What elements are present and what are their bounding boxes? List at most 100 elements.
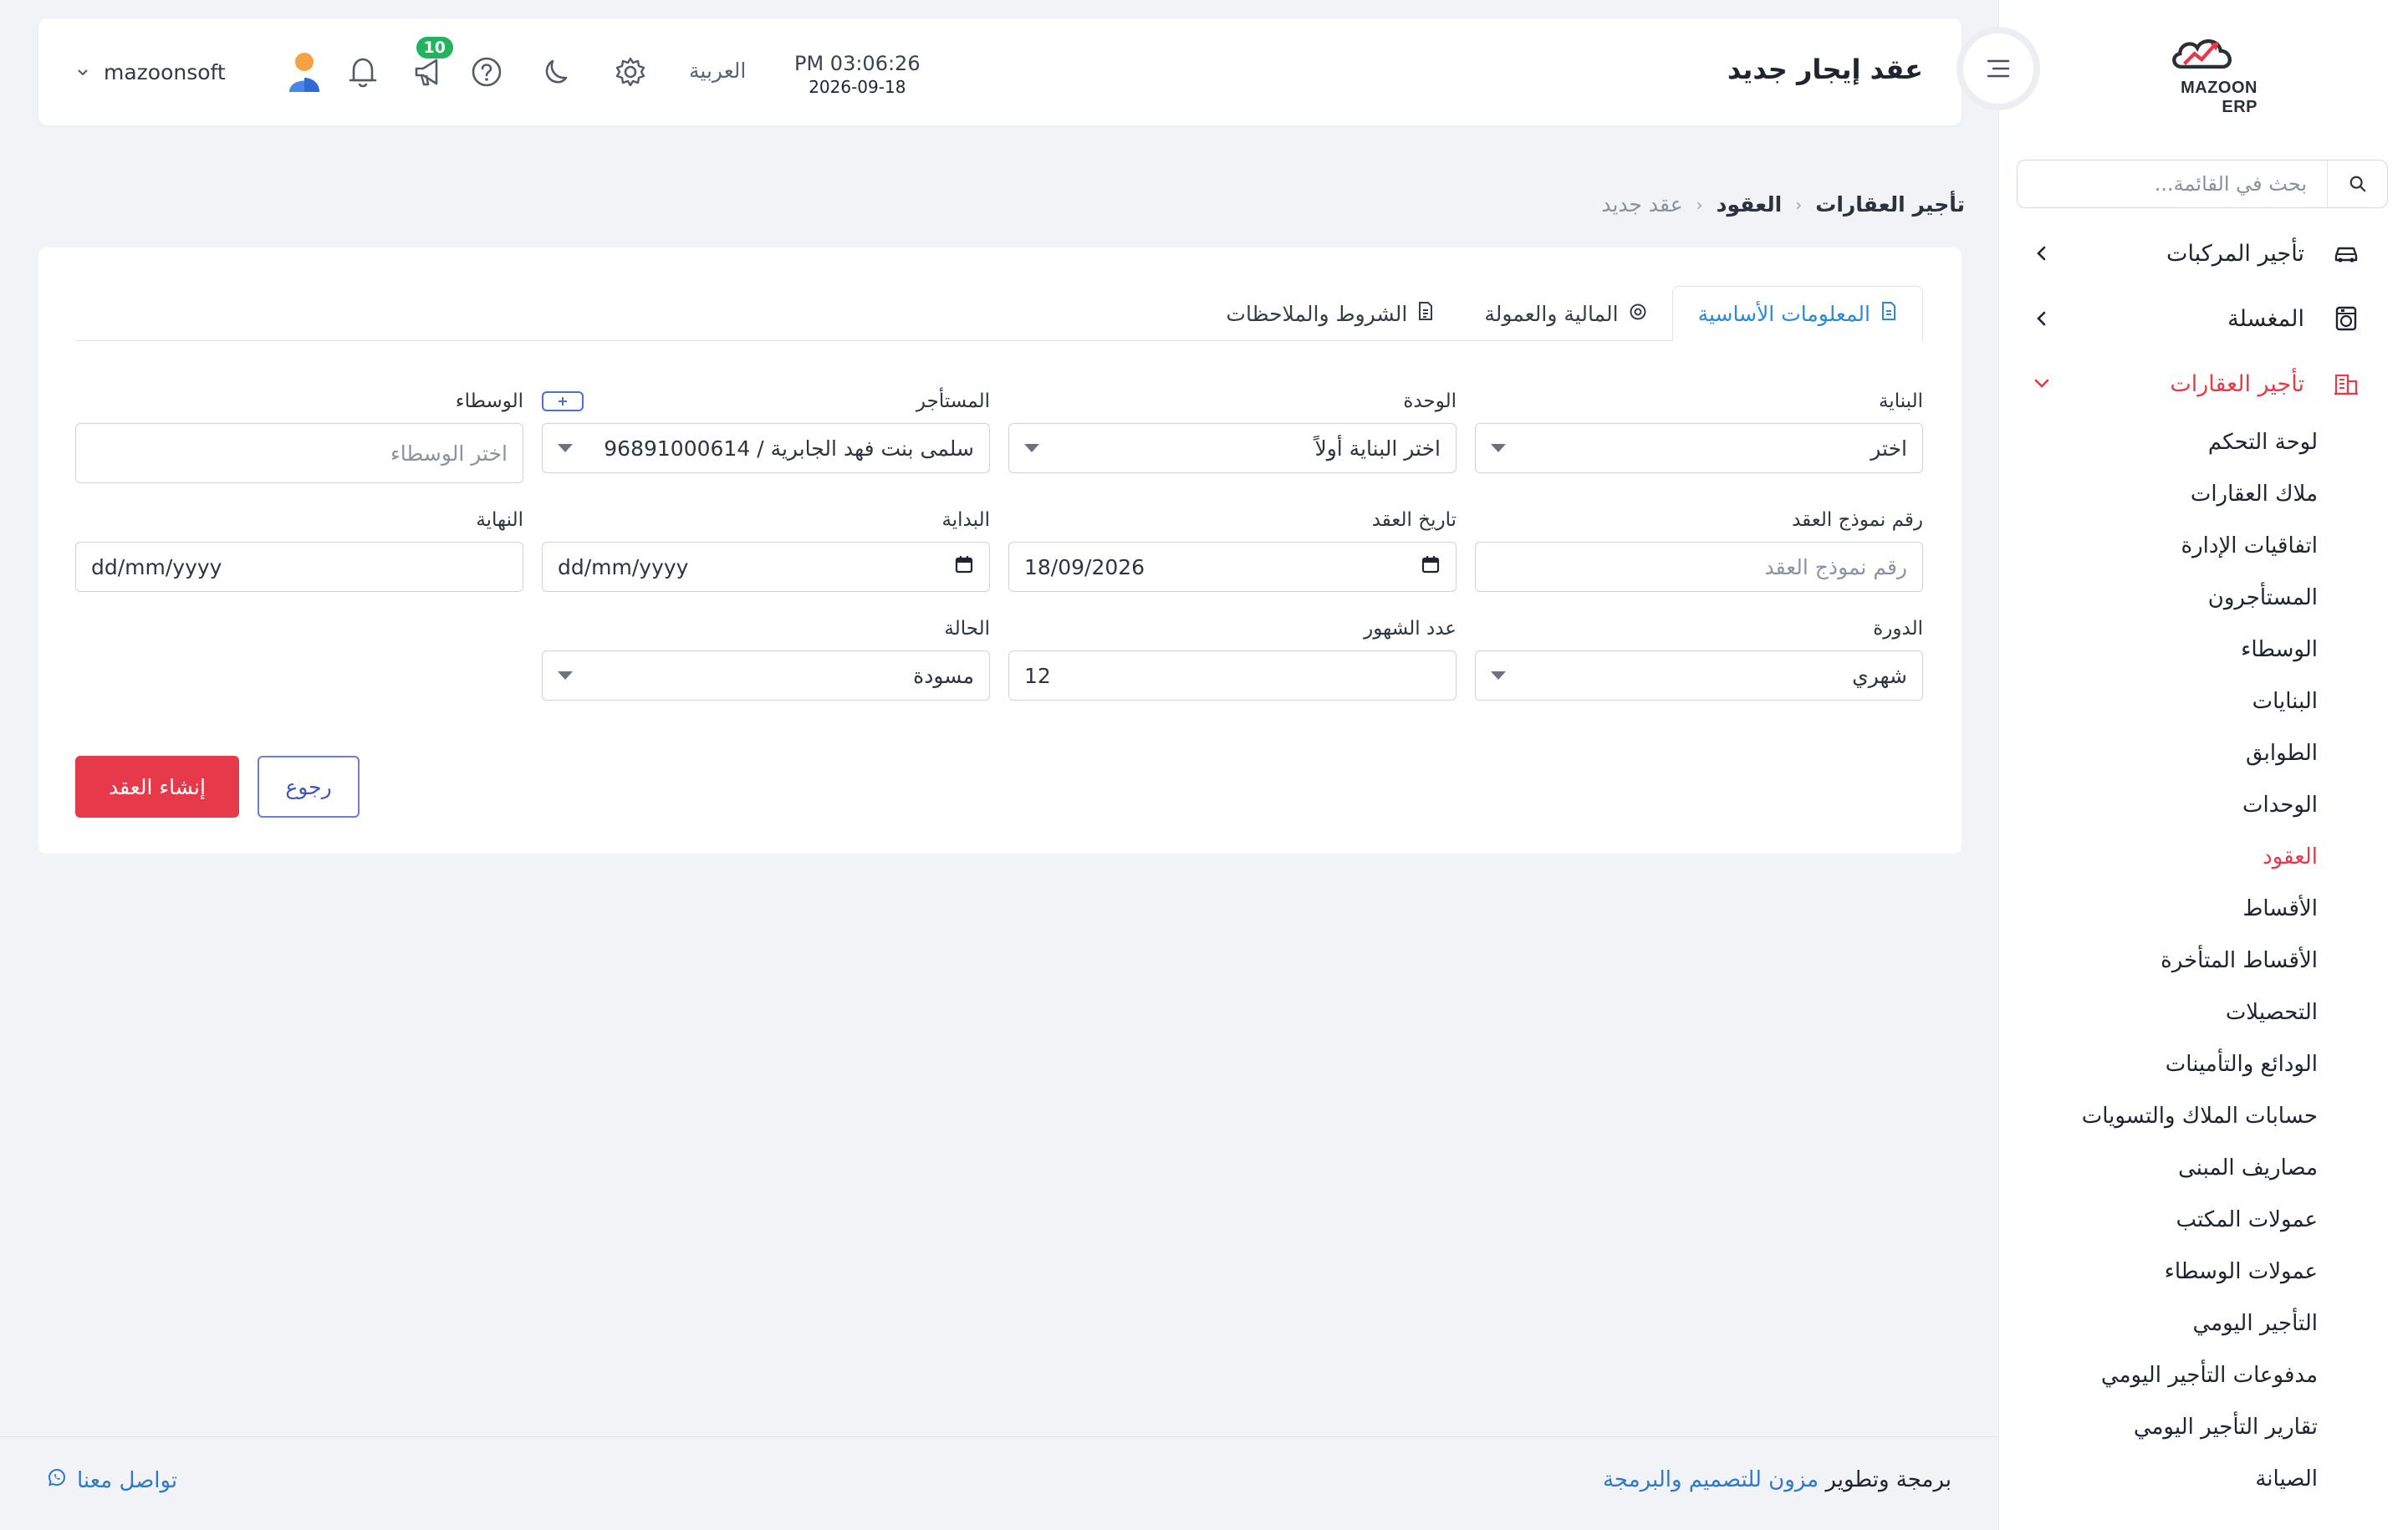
caret-down-icon	[1024, 444, 1039, 452]
sidebar-item-property-owners[interactable]: ملاك العقارات	[1998, 468, 2318, 520]
tab-terms-notes[interactable]: الشروط والملاحظات	[1201, 286, 1459, 341]
sidebar-item-building-expenses[interactable]: مصاريف المبنى	[1998, 1142, 2318, 1194]
create-contract-button[interactable]: إنشاء العقد	[75, 756, 239, 818]
sidebar-item-deposits[interactable]: الودائع والتأمينات	[1998, 1038, 2318, 1090]
sidebar-item-collections[interactable]: التحصيلات	[1998, 987, 2318, 1038]
contract-form: البناية اختر الوحدة اختر البناية أولاً ا…	[75, 386, 1923, 722]
help-icon[interactable]	[468, 54, 505, 90]
breadcrumb-root[interactable]: تأجير العقارات	[1815, 192, 1965, 217]
top-header: عقد إيجار جديد mazoonsoft 10 العربية PM …	[38, 18, 1962, 125]
breadcrumb-section[interactable]: العقود	[1717, 192, 1783, 217]
file-text-icon	[1417, 301, 1434, 326]
settings-gear-icon[interactable]	[612, 54, 649, 90]
calendar-icon[interactable]	[1421, 554, 1441, 579]
sidebar-group-property-rental[interactable]: تأجير العقارات	[1998, 351, 2408, 416]
start-date-label: البداية	[941, 509, 990, 531]
unit-select[interactable]: اختر البناية أولاً	[1008, 423, 1457, 473]
sidebar-item-buildings[interactable]: البنايات	[1998, 676, 2318, 727]
caret-down-icon	[558, 444, 573, 452]
tab-label: المالية والعمولة	[1484, 301, 1619, 326]
start-date-input[interactable]: dd/mm/yyyy	[542, 542, 990, 592]
breadcrumb-current: عقد جديد	[1601, 192, 1683, 217]
header-clock: PM 03:06:26 2026-09-18	[794, 52, 921, 97]
brokers-placeholder: اختر الوسطاء	[390, 441, 508, 466]
plus-icon	[559, 397, 567, 405]
sidebar-item-management-agreements[interactable]: اتفاقيات الإدارة	[1998, 520, 2318, 572]
months-field: عدد الشهور 12	[1008, 614, 1457, 701]
building-select[interactable]: اختر	[1475, 423, 1923, 473]
tenant-select-value: سلمى بنت فهد الجابرية / 96891000614	[604, 436, 974, 461]
sidebar-item-daily-rental-payments[interactable]: مدفوعات التأجير اليومي	[1998, 1349, 2318, 1401]
cycle-label: الدورة	[1873, 618, 1923, 640]
back-button[interactable]: رجوع	[258, 756, 360, 818]
sidebar-search-input[interactable]	[2018, 161, 2327, 207]
caret-down-icon	[1491, 444, 1506, 452]
sidebar-search	[2017, 160, 2388, 208]
breadcrumb: تأجير العقارات ‹ العقود ‹ عقد جديد	[1601, 192, 1965, 217]
contact-us-link[interactable]: تواصل معنا	[47, 1467, 177, 1493]
sidebar-item-dashboard[interactable]: لوحة التحكم	[1998, 416, 2318, 468]
sidebar-item-tenants[interactable]: المستأجرون	[1998, 572, 2318, 624]
footer-credits: برمجة وتطوير مزون للتصميم والبرمجة	[1603, 1467, 1951, 1492]
sidebar-item-daily-rental[interactable]: التأجير اليومي	[1998, 1298, 2318, 1349]
sidebar-item-units[interactable]: الوحدات	[1998, 779, 2318, 831]
car-icon	[2331, 238, 2361, 268]
tenant-label-row: المستأجر	[542, 386, 990, 416]
sidebar-item-contracts[interactable]: العقود	[1998, 831, 2318, 883]
status-field: الحالة مسودة	[542, 614, 990, 701]
sidebar-item-floors[interactable]: الطوابق	[1998, 727, 2318, 779]
tab-finance-commission[interactable]: المالية والعمولة	[1459, 286, 1671, 341]
status-select[interactable]: مسودة	[542, 650, 990, 701]
cycle-select[interactable]: شهري	[1475, 650, 1923, 701]
language-switcher[interactable]: العربية	[689, 59, 746, 83]
notifications-bell-icon[interactable]	[344, 54, 381, 90]
app-logo[interactable]: MAZOON ERP	[2149, 33, 2258, 117]
sidebar-group-vehicle-rental[interactable]: تأجير المركبات	[1998, 221, 2408, 286]
tenant-label: المستأجر	[916, 390, 990, 412]
sidebar-group-laundry[interactable]: المغسلة	[1998, 286, 2408, 351]
chevron-down-icon	[2030, 372, 2053, 395]
tenant-select[interactable]: سلمى بنت فهد الجابرية / 96891000614	[542, 423, 990, 473]
sidebar-toggle-button[interactable]	[1963, 33, 2033, 104]
brokers-field: الوسطاء اختر الوسطاء	[75, 386, 523, 483]
contract-date-field: تاريخ العقد 18/09/2026	[1008, 505, 1457, 592]
calendar-icon[interactable]	[954, 554, 974, 579]
tab-basic-info[interactable]: المعلومات الأساسية	[1671, 286, 1923, 341]
sidebar: MAZOON ERP تأجير المركبات المغسلة	[1998, 0, 2408, 1530]
end-date-input[interactable]: dd/mm/yyyy	[75, 542, 523, 592]
sidebar-item-office-commissions[interactable]: عمولات المكتب	[1998, 1194, 2318, 1246]
logo-icon	[2172, 39, 2232, 69]
announcements-megaphone-icon[interactable]: 10	[410, 37, 453, 90]
footer-company-link[interactable]: مزون للتصميم والبرمجة	[1603, 1467, 1819, 1492]
contract-form-card: المعلومات الأساسية المالية والعمولة الشر…	[38, 247, 1962, 854]
contract-date-input[interactable]: 18/09/2026	[1008, 542, 1457, 592]
add-tenant-button[interactable]	[542, 391, 584, 411]
chevron-left-icon	[2030, 307, 2053, 330]
sidebar-item-daily-rental-reports[interactable]: تقارير التأجير اليومي	[1998, 1401, 2318, 1453]
months-value: 12	[1024, 663, 1051, 688]
contract-date-label: تاريخ العقد	[1371, 509, 1457, 531]
tab-label: الشروط والملاحظات	[1226, 301, 1408, 326]
user-menu[interactable]: mazoonsoft	[77, 47, 324, 97]
page-title: عقد إيجار جديد	[1727, 54, 1923, 85]
unit-field: الوحدة اختر البناية أولاً	[1008, 386, 1457, 483]
start-date-value: dd/mm/yyyy	[558, 554, 689, 579]
sidebar-item-brokers[interactable]: الوسطاء	[1998, 624, 2318, 676]
dark-mode-moon-icon[interactable]	[537, 54, 574, 90]
sidebar-item-owner-settlements[interactable]: حسابات الملاك والتسويات	[1998, 1090, 2318, 1142]
sidebar-item-broker-commissions[interactable]: عمولات الوسطاء	[1998, 1246, 2318, 1298]
end-date-field: النهاية dd/mm/yyyy	[75, 505, 523, 592]
brokers-multiselect[interactable]: اختر الوسطاء	[75, 423, 523, 483]
chevron-left-icon	[2030, 242, 2053, 265]
contract-template-input[interactable]: رقم نموذج العقد	[1475, 542, 1923, 592]
sidebar-item-installments[interactable]: الأقساط	[1998, 883, 2318, 935]
sidebar-item-maintenance[interactable]: الصيانة	[1998, 1453, 2318, 1505]
sidebar-item-overdue-installments[interactable]: الأقساط المتأخرة	[1998, 935, 2318, 987]
months-input[interactable]: 12	[1008, 650, 1457, 701]
chevron-left-icon: ‹	[1795, 194, 1803, 215]
document-icon	[1880, 301, 1897, 326]
search-icon[interactable]	[2327, 161, 2387, 207]
user-name: mazoonsoft	[104, 59, 226, 84]
sidebar-submenu: لوحة التحكم ملاك العقارات اتفاقيات الإدا…	[1998, 416, 2408, 1505]
sidebar-nav: تأجير المركبات المغسلة تأجير العقارات لو…	[1998, 221, 2408, 1505]
